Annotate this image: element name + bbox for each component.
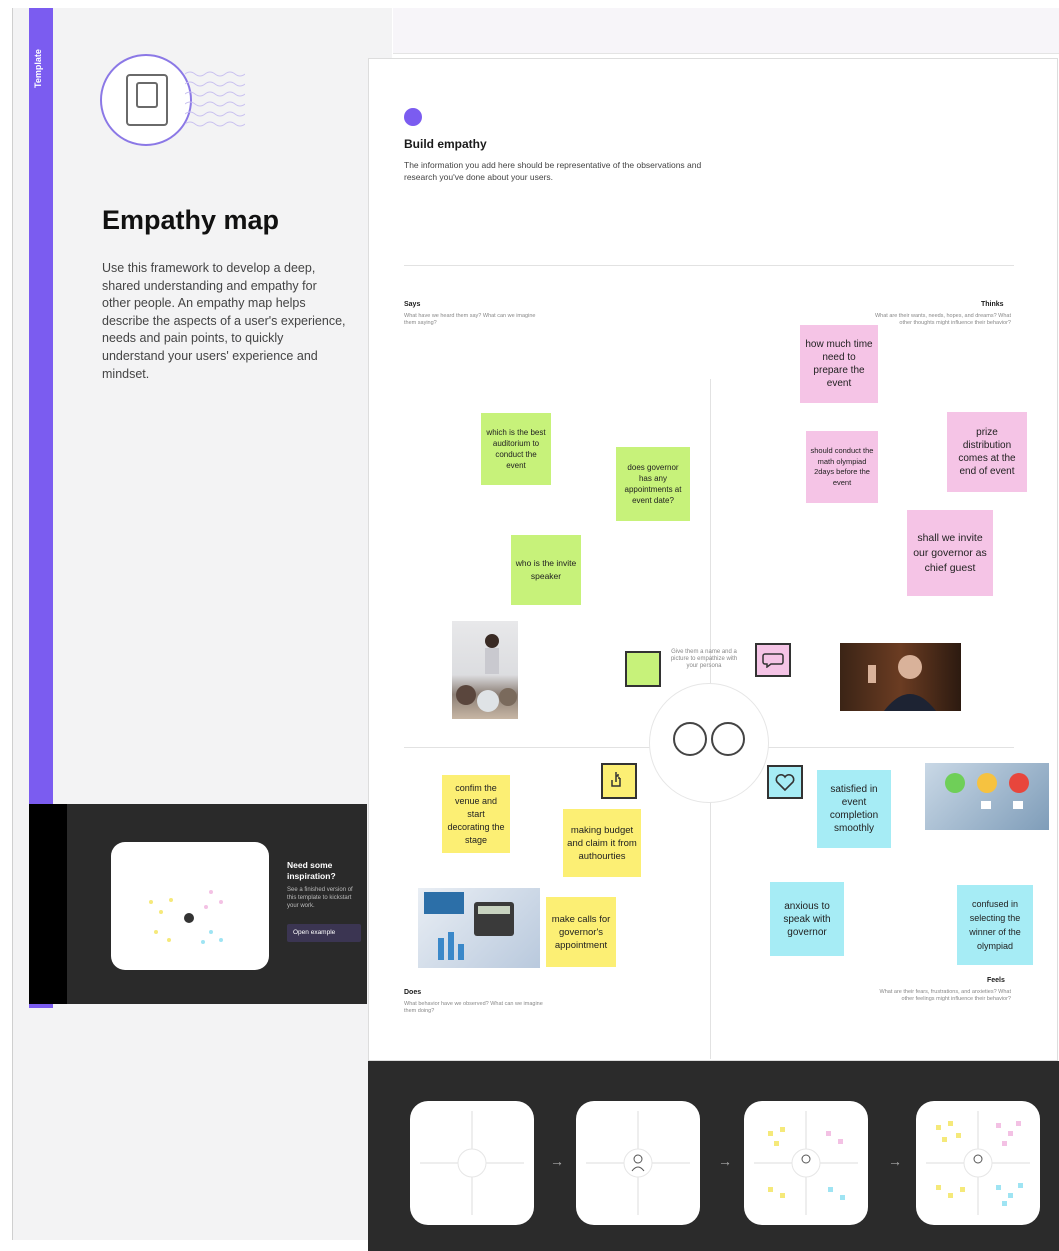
heart-icon[interactable] — [767, 765, 803, 799]
governor-figure-icon — [868, 655, 936, 711]
persona-image-icon[interactable] — [625, 651, 661, 687]
persona-right-circle-icon[interactable] — [711, 722, 745, 756]
feels-label: Feels — [987, 977, 1005, 984]
pointing-hand-icon[interactable] — [601, 763, 637, 799]
process-step-empty — [410, 1101, 534, 1225]
empathy-board: Build empathy The information you add he… — [368, 58, 1058, 1061]
calculator-icon — [424, 892, 514, 960]
inspiration-edge — [29, 804, 67, 1004]
arrow-right-icon: → — [550, 1153, 564, 1169]
wave-decoration-icon — [185, 71, 245, 127]
speaker-photo[interactable] — [452, 621, 518, 719]
budget-photo[interactable] — [418, 888, 540, 968]
sticky-note[interactable]: how much time need to prepare the event — [800, 325, 878, 403]
speech-bubble-glyph — [762, 653, 784, 668]
hand-glyph — [611, 772, 621, 787]
process-strip: → → → — [368, 1061, 1059, 1251]
divider — [404, 265, 1014, 266]
sticky-map-icon — [754, 1111, 858, 1215]
center-hint: Give them a name and a picture to empath… — [670, 649, 738, 669]
page: Template Empathy map Use this framework … — [0, 0, 1059, 1251]
sticky-note[interactable]: who is the invite speaker — [511, 535, 581, 605]
persona-center — [649, 683, 769, 803]
sticky-note[interactable]: should conduct the math olympiad 2days b… — [806, 431, 878, 503]
speech-bubble-icon[interactable] — [755, 643, 791, 677]
sticky-note[interactable]: anxious to speak with governor — [770, 882, 844, 956]
page-title: Empathy map — [102, 205, 280, 235]
open-example-button[interactable]: Open example — [287, 924, 361, 942]
arrow-right-icon: → — [718, 1153, 732, 1169]
persona-map-icon — [586, 1111, 690, 1215]
sticky-note[interactable]: which is the best auditorium to conduct … — [481, 413, 551, 485]
inspiration-heading: Need some inspiration? — [287, 860, 336, 881]
does-label: Does — [404, 989, 422, 996]
governor-photo[interactable] — [840, 643, 961, 711]
template-tag: Template — [33, 49, 43, 88]
step-dot — [404, 108, 422, 126]
inspiration-card: Need some inspiration? See a finished ve… — [29, 804, 367, 1004]
feedback-photo[interactable] — [925, 763, 1049, 830]
sticky-note[interactable]: make calls for governor's appointment — [546, 897, 616, 967]
sticky-note[interactable]: does governor has any appointments at ev… — [616, 447, 690, 521]
top-strip — [393, 8, 1059, 54]
person-icon — [136, 82, 158, 108]
does-sub: What behavior have we observed? What can… — [404, 1001, 543, 1014]
heart-glyph — [775, 773, 795, 792]
board-heading: Build empathy — [404, 137, 487, 151]
process-step-persona — [576, 1101, 700, 1225]
sticky-note[interactable]: shall we invite our governor as chief gu… — [907, 510, 993, 596]
sticky-note[interactable]: satisfied in event completion smoothly — [817, 770, 891, 848]
sticky-note[interactable]: prize distribution comes at the end of e… — [947, 412, 1027, 492]
complete-map-icon — [926, 1111, 1030, 1215]
thinks-label: Thinks — [981, 301, 1004, 308]
empty-map-icon — [420, 1111, 524, 1215]
persona-left-circle-icon[interactable] — [673, 722, 707, 756]
sticky-note[interactable]: making budget and claim it from authourt… — [563, 809, 641, 877]
sticky-note[interactable]: confim the venue and start decorating th… — [442, 775, 510, 853]
says-label: Says — [404, 301, 421, 308]
speaker-figure-icon — [456, 634, 517, 712]
example-thumbnail[interactable] — [111, 842, 269, 970]
example-preview-icon — [149, 890, 223, 944]
board-description: The information you add here should be r… — [404, 160, 702, 182]
page-description: Use this framework to develop a deep, sh… — [102, 261, 346, 381]
says-sub: What have we heard them say? What can we… — [404, 313, 536, 326]
left-panel — [12, 8, 392, 1240]
process-step-complete — [916, 1101, 1040, 1225]
arrow-right-icon: → — [888, 1153, 902, 1169]
thinks-sub: What are their wants, needs, hopes, and … — [874, 313, 1011, 326]
inspiration-subtext: See a finished version of this template … — [287, 887, 353, 909]
sticky-note[interactable]: confused in selecting the winner of the … — [957, 885, 1033, 965]
process-step-stickies — [744, 1101, 868, 1225]
rating-faces-icon — [945, 773, 1029, 809]
persona-device-icon — [100, 54, 192, 146]
feels-sub: What are their fears, frustrations, and … — [879, 989, 1011, 1002]
